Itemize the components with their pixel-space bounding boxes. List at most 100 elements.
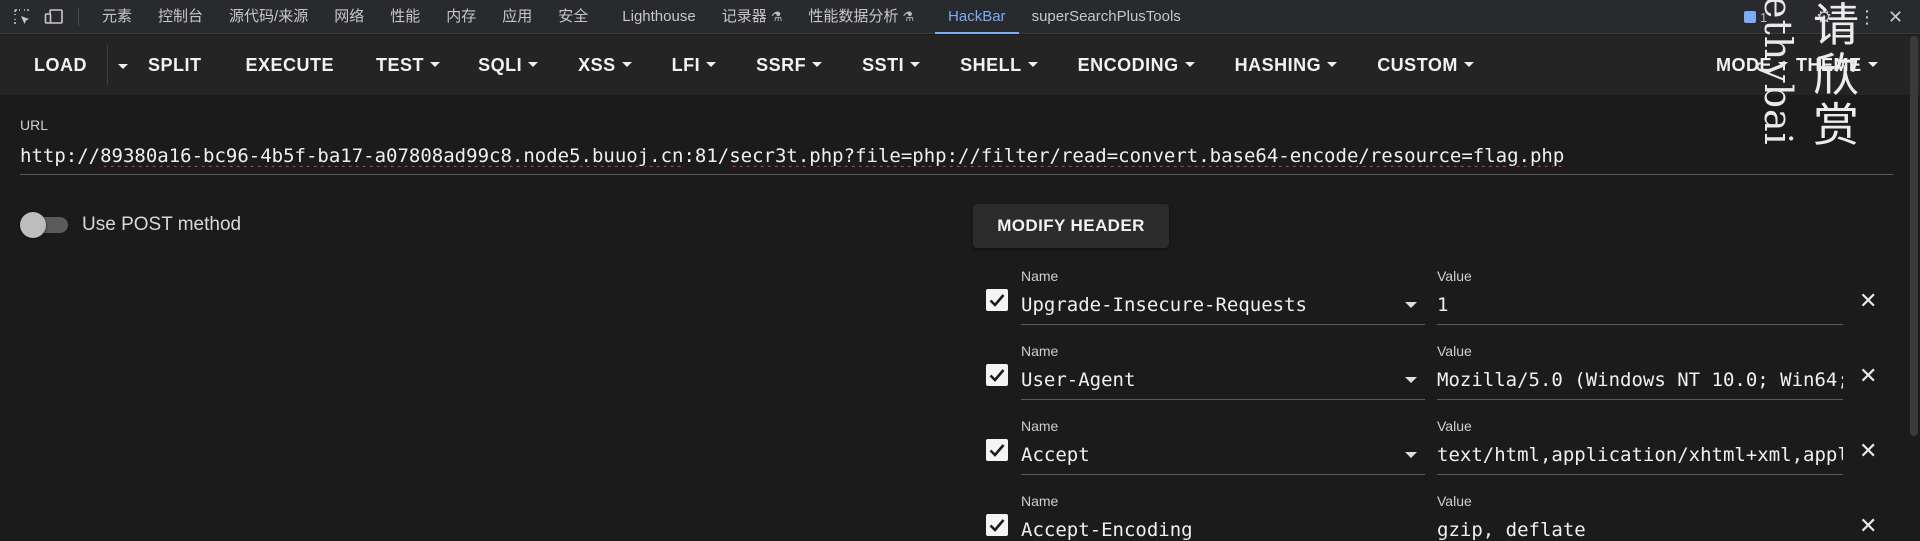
header-enabled-checkbox[interactable] bbox=[986, 439, 1008, 461]
tab-performance-insights-label: 性能数据分析 bbox=[808, 7, 899, 25]
header-value-underline bbox=[1437, 324, 1843, 325]
caret-down-icon bbox=[706, 61, 717, 67]
hashing-menu-button[interactable]: HASHING bbox=[1235, 35, 1338, 95]
header-name-underline bbox=[1021, 474, 1425, 475]
execute-button[interactable]: EXECUTE bbox=[246, 35, 335, 95]
remove-header-icon[interactable]: ✕ bbox=[1859, 290, 1877, 312]
lfi-menu-button[interactable]: LFI bbox=[672, 35, 717, 95]
remove-header-icon[interactable]: ✕ bbox=[1859, 440, 1877, 462]
url-host: 89380a16-bc96-4b5f-ba17-a07808ad99c8.nod… bbox=[100, 145, 684, 167]
modify-header-button[interactable]: MODIFY HEADER bbox=[973, 204, 1169, 248]
url-label: URL bbox=[20, 117, 49, 133]
load-divider bbox=[107, 45, 108, 85]
header-name-select[interactable]: Upgrade-Insecure-Requests bbox=[1021, 294, 1401, 316]
tab-security[interactable]: 安全 bbox=[545, 0, 601, 34]
tab-performance-insights[interactable]: 性能数据分析 ⚗ bbox=[795, 0, 927, 34]
header-name-dropdown-icon[interactable] bbox=[1405, 377, 1417, 383]
ssti-menu-button[interactable]: SSTI bbox=[862, 35, 921, 95]
header-value-input[interactable]: gzip, deflate bbox=[1437, 519, 1843, 541]
remove-header-icon[interactable]: ✕ bbox=[1859, 365, 1877, 387]
test-menu-button[interactable]: TEST bbox=[376, 35, 441, 95]
caret-down-icon bbox=[528, 61, 539, 67]
tab-hackbar[interactable]: HackBar bbox=[935, 0, 1019, 34]
header-enabled-checkbox[interactable] bbox=[986, 514, 1008, 536]
caret-down-icon bbox=[1027, 61, 1038, 67]
header-value-label: Value bbox=[1437, 268, 1472, 284]
tab-elements[interactable]: 元素 bbox=[89, 0, 145, 34]
url-input-underline bbox=[20, 174, 1893, 175]
header-value-input[interactable]: text/html,application/xhtml+xml,applicat… bbox=[1437, 444, 1843, 466]
header-value-label: Value bbox=[1437, 493, 1472, 509]
device-toolbar-icon[interactable] bbox=[44, 7, 64, 27]
header-enabled-checkbox[interactable] bbox=[986, 289, 1008, 311]
watermark-text: ethybai bbox=[1756, 0, 1800, 146]
checkmark-icon bbox=[989, 294, 1005, 307]
header-value-label: Value bbox=[1437, 418, 1472, 434]
post-method-toggle-thumb[interactable] bbox=[20, 212, 46, 238]
hackbar-toolbar: LOAD SPLIT EXECUTE TEST SQLI XSS LFI SSR… bbox=[0, 35, 1920, 95]
caret-down-icon bbox=[1867, 61, 1878, 67]
shell-menu-label: SHELL bbox=[960, 55, 1022, 75]
custom-menu-button[interactable]: CUSTOM bbox=[1377, 35, 1474, 95]
tab-recorder-label: 记录器 bbox=[721, 7, 767, 25]
encoding-menu-button[interactable]: ENCODING bbox=[1078, 35, 1195, 95]
vertical-scrollbar[interactable] bbox=[1910, 36, 1918, 436]
url-path: secr3t.php?file=php://filter/read=conver… bbox=[729, 145, 1565, 167]
shell-menu-button[interactable]: SHELL bbox=[960, 35, 1038, 95]
tab-sources[interactable]: 源代码/来源 bbox=[216, 0, 321, 34]
inspect-element-icon[interactable] bbox=[12, 7, 32, 27]
tab-console[interactable]: 控制台 bbox=[145, 0, 216, 34]
header-value-label: Value bbox=[1437, 343, 1472, 359]
checkmark-icon bbox=[989, 369, 1005, 382]
caret-down-icon bbox=[621, 61, 632, 67]
header-value-input[interactable]: 1 bbox=[1437, 294, 1843, 316]
tab-lighthouse[interactable]: Lighthouse bbox=[609, 0, 708, 34]
lfi-menu-label: LFI bbox=[671, 55, 701, 75]
url-input[interactable]: http://89380a16-bc96-4b5f-ba17-a07808ad9… bbox=[20, 145, 1890, 167]
load-button[interactable]: LOAD bbox=[34, 35, 87, 95]
url-port: :81/ bbox=[683, 145, 730, 167]
encoding-menu-label: ENCODING bbox=[1077, 55, 1179, 75]
remove-header-icon[interactable]: ✕ bbox=[1859, 515, 1877, 537]
flask-icon: ⚗ bbox=[770, 8, 783, 24]
load-menu-caret-icon[interactable] bbox=[118, 56, 128, 74]
header-name-select[interactable]: Accept bbox=[1021, 444, 1401, 466]
caret-down-icon bbox=[910, 61, 921, 67]
header-name-select[interactable]: Accept-Encoding bbox=[1021, 519, 1401, 541]
header-value-underline bbox=[1437, 399, 1843, 400]
ssrf-menu-button[interactable]: SSRF bbox=[756, 35, 823, 95]
caret-down-icon bbox=[1327, 61, 1338, 67]
header-name-dropdown-icon[interactable] bbox=[1405, 302, 1417, 308]
ssti-menu-label: SSTI bbox=[862, 55, 905, 75]
header-name-dropdown-icon[interactable] bbox=[1405, 452, 1417, 458]
split-button[interactable]: SPLIT bbox=[148, 35, 202, 95]
message-icon bbox=[1744, 11, 1756, 23]
header-value-underline bbox=[1437, 474, 1843, 475]
header-name-label: Name bbox=[1021, 418, 1059, 434]
caret-down-icon bbox=[812, 61, 823, 67]
tab-recorder[interactable]: 记录器 ⚗ bbox=[709, 0, 796, 34]
ssrf-menu-label: SSRF bbox=[756, 55, 807, 75]
header-value-input[interactable]: Mozilla/5.0 (Windows NT 10.0; Win64; x64… bbox=[1437, 369, 1843, 391]
tab-memory[interactable]: 内存 bbox=[433, 0, 489, 34]
tab-supersearchplustools[interactable]: superSearchPlusTools bbox=[1019, 0, 1194, 34]
close-devtools-icon[interactable]: ✕ bbox=[1888, 0, 1903, 34]
checkmark-icon bbox=[989, 444, 1005, 457]
tab-network[interactable]: 网络 bbox=[321, 0, 377, 34]
sqli-menu-button[interactable]: SQLI bbox=[478, 35, 539, 95]
xss-menu-label: XSS bbox=[578, 55, 616, 75]
sqli-menu-label: SQLI bbox=[478, 55, 523, 75]
header-enabled-checkbox[interactable] bbox=[986, 364, 1008, 386]
tab-application[interactable]: 应用 bbox=[489, 0, 545, 34]
caret-down-icon bbox=[1463, 61, 1474, 67]
header-name-underline bbox=[1021, 399, 1425, 400]
test-menu-label: TEST bbox=[376, 55, 425, 75]
xss-menu-button[interactable]: XSS bbox=[578, 35, 632, 95]
tab-separator bbox=[78, 7, 79, 26]
hashing-menu-label: HASHING bbox=[1234, 55, 1322, 75]
header-name-label: Name bbox=[1021, 493, 1059, 509]
tab-performance[interactable]: 性能 bbox=[377, 0, 433, 34]
devtools-tab-bar: 元素 控制台 源代码/来源 网络 性能 内存 应用 安全 Lighthouse … bbox=[0, 0, 1920, 34]
header-name-select[interactable]: User-Agent bbox=[1021, 369, 1401, 391]
header-name-label: Name bbox=[1021, 343, 1059, 359]
